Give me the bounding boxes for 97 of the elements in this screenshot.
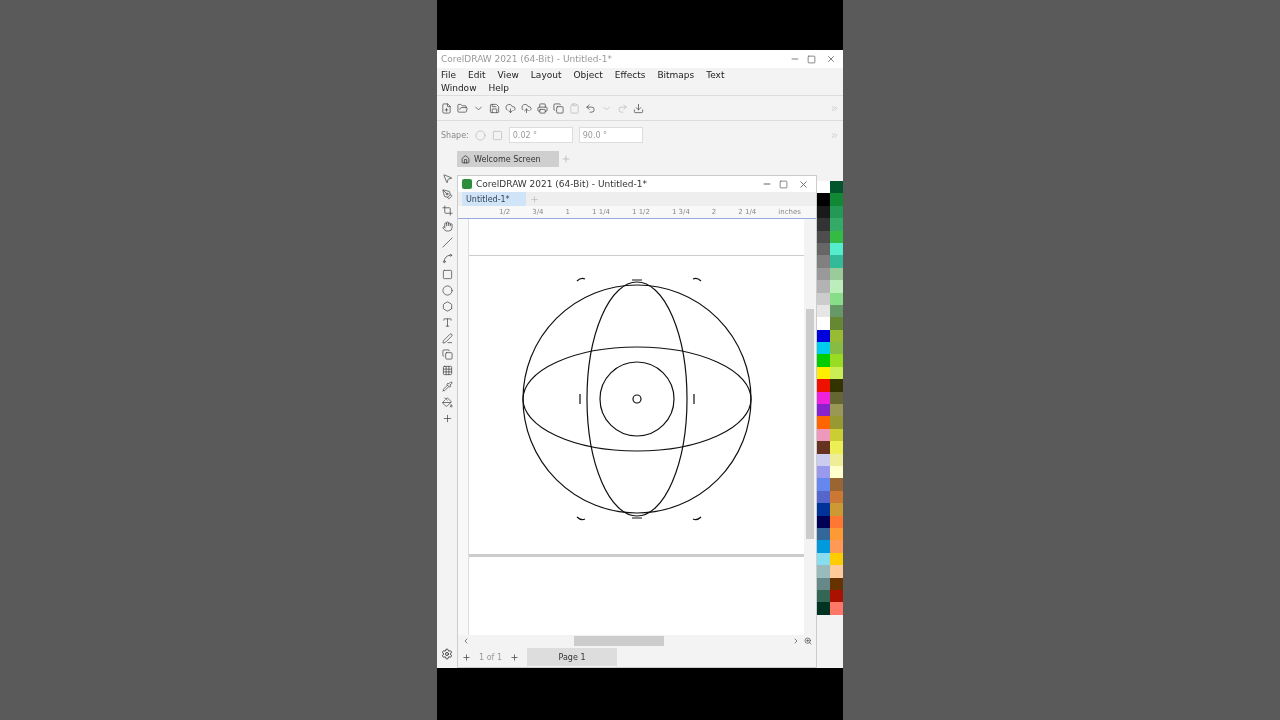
save-icon[interactable]: [489, 102, 500, 114]
print-icon[interactable]: [537, 102, 548, 114]
import-icon[interactable]: [633, 102, 644, 114]
paint-bucket-icon[interactable]: [441, 397, 453, 408]
pointer-icon[interactable]: [441, 173, 453, 184]
menu-item[interactable]: Bitmaps: [657, 70, 695, 80]
color-swatch[interactable]: [817, 540, 830, 553]
cloud-upload-icon[interactable]: [521, 102, 532, 114]
color-swatch[interactable]: [830, 416, 843, 429]
color-swatch[interactable]: [830, 404, 843, 417]
menu-item[interactable]: Window: [441, 83, 477, 93]
color-swatch[interactable]: [830, 193, 843, 206]
color-swatch[interactable]: [817, 379, 830, 392]
square-icon[interactable]: [491, 129, 503, 141]
menu-item[interactable]: Layout: [530, 70, 562, 80]
window-title: CorelDRAW 2021 (64-Bit) - Untitled-1*: [441, 54, 613, 64]
color-swatch[interactable]: [817, 441, 830, 454]
menu-item[interactable]: Object: [573, 70, 603, 80]
color-swatch[interactable]: [830, 354, 843, 367]
color-swatch[interactable]: [830, 255, 843, 268]
document-tab[interactable]: Untitled-1*: [462, 192, 526, 206]
settings-icon[interactable]: [441, 648, 453, 660]
color-swatch[interactable]: [817, 317, 830, 330]
cloud-download-icon[interactable]: [505, 102, 516, 114]
color-swatch[interactable]: [830, 317, 843, 330]
home-icon: [461, 154, 470, 164]
plus-icon[interactable]: [441, 413, 453, 424]
overflow-icon[interactable]: [830, 130, 839, 140]
color-swatch[interactable]: [817, 478, 830, 491]
new-document-icon[interactable]: [441, 102, 452, 114]
color-swatch[interactable]: [817, 602, 830, 615]
color-swatch[interactable]: [830, 280, 843, 293]
clipboard-icon[interactable]: [569, 102, 580, 114]
color-swatch[interactable]: [817, 193, 830, 206]
scroll-right-button[interactable]: [792, 637, 800, 645]
hand-icon[interactable]: [441, 221, 453, 232]
color-swatch[interactable]: [830, 478, 843, 491]
shadow-icon[interactable]: [441, 349, 453, 360]
pen-icon[interactable]: [441, 333, 453, 344]
color-swatch[interactable]: [817, 354, 830, 367]
add-page-icon[interactable]: [462, 652, 471, 662]
pen-nib-icon[interactable]: [441, 189, 453, 200]
shape-label: Shape:: [441, 130, 469, 140]
color-swatch[interactable]: [830, 503, 843, 516]
menu-item[interactable]: View: [497, 70, 519, 80]
maximize-button[interactable]: [807, 54, 816, 64]
color-swatch[interactable]: [830, 379, 843, 392]
color-swatch[interactable]: [817, 255, 830, 268]
color-swatch[interactable]: [817, 218, 830, 231]
color-swatch[interactable]: [817, 503, 830, 516]
overflow-icon[interactable]: [830, 103, 839, 113]
copy-icon[interactable]: [553, 102, 564, 114]
add-tab-icon[interactable]: [560, 154, 571, 164]
menu-item[interactable]: Help: [488, 83, 510, 93]
add-tab-icon[interactable]: [529, 194, 539, 204]
menu-item[interactable]: Text: [706, 70, 725, 80]
page-count: 1 of 1: [479, 652, 502, 662]
color-swatch[interactable]: [817, 404, 830, 417]
horizontal-scrollbar[interactable]: [458, 635, 816, 647]
color-swatch[interactable]: [830, 540, 843, 553]
app-logo-icon: [462, 179, 472, 189]
color-swatch[interactable]: [817, 181, 830, 194]
color-swatch[interactable]: [830, 441, 843, 454]
folder-icon[interactable]: [457, 102, 468, 114]
zoom-icon[interactable]: [804, 637, 812, 645]
menu-item[interactable]: Effects: [614, 70, 646, 80]
color-swatch[interactable]: [830, 602, 843, 615]
color-swatch[interactable]: [830, 181, 843, 194]
undo-icon[interactable]: [585, 102, 596, 114]
vertical-scrollbar[interactable]: [804, 219, 816, 635]
color-swatch[interactable]: [817, 342, 830, 355]
close-button[interactable]: [798, 178, 809, 190]
color-swatch[interactable]: [817, 280, 830, 293]
color-swatch[interactable]: [830, 342, 843, 355]
menu-item[interactable]: File: [441, 70, 457, 80]
color-swatch[interactable]: [817, 416, 830, 429]
curve-icon[interactable]: [441, 253, 453, 264]
scroll-left-button[interactable]: [462, 637, 470, 645]
page-tab[interactable]: Page 1: [527, 648, 617, 666]
maximize-button[interactable]: [779, 179, 788, 189]
menu-item[interactable]: Edit: [468, 70, 486, 80]
add-page-icon[interactable]: [510, 652, 519, 662]
crop-icon[interactable]: [441, 205, 453, 216]
line-icon[interactable]: [441, 237, 453, 248]
welcome-tab[interactable]: Welcome Screen: [457, 151, 559, 167]
text-icon[interactable]: [441, 317, 453, 328]
color-swatch[interactable]: [830, 565, 843, 578]
color-swatch[interactable]: [830, 218, 843, 231]
close-button[interactable]: [826, 54, 836, 64]
rectangle-icon[interactable]: [441, 269, 453, 280]
circle-icon[interactable]: [441, 285, 453, 296]
color-swatch[interactable]: [817, 565, 830, 578]
document-title: CorelDRAW 2021 (64-Bit) - Untitled-1*: [476, 179, 648, 189]
eyedropper-icon[interactable]: [441, 381, 453, 392]
redo-icon[interactable]: [617, 102, 628, 114]
checker-icon[interactable]: [441, 365, 453, 376]
hexagon-icon[interactable]: [441, 301, 453, 312]
